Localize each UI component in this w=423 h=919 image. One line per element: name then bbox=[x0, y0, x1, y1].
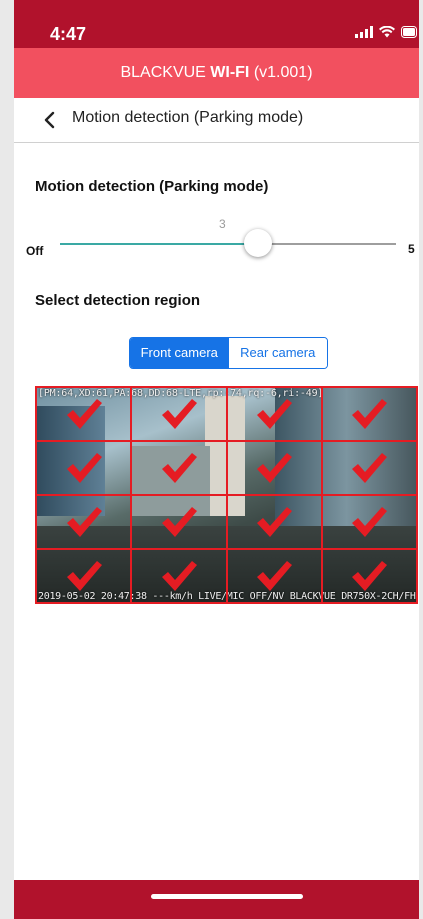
check-icon bbox=[352, 399, 388, 429]
slider-max-label: 5 bbox=[408, 242, 415, 256]
app-brand: BLACKVUE bbox=[120, 64, 211, 81]
region-cell[interactable] bbox=[131, 441, 227, 495]
check-icon bbox=[352, 507, 388, 537]
region-cell[interactable] bbox=[36, 549, 132, 603]
bottom-bar bbox=[14, 880, 419, 919]
wifi-icon bbox=[379, 26, 395, 38]
camera-toggle: Front camera Rear camera bbox=[129, 337, 328, 369]
check-icon bbox=[66, 507, 102, 537]
check-icon bbox=[257, 561, 293, 591]
slider-track-filled[interactable] bbox=[60, 243, 262, 245]
status-time: 4:47 bbox=[50, 24, 87, 44]
detection-region-grid bbox=[35, 386, 418, 604]
check-icon bbox=[161, 453, 197, 483]
region-cell[interactable] bbox=[131, 495, 227, 549]
slider-track-empty[interactable] bbox=[262, 243, 396, 245]
region-cell[interactable] bbox=[321, 441, 417, 495]
region-cell[interactable] bbox=[226, 549, 322, 603]
slider-min-label: Off bbox=[26, 244, 44, 258]
check-icon bbox=[257, 453, 293, 483]
signal-icon bbox=[355, 26, 373, 38]
region-cell[interactable] bbox=[226, 495, 322, 549]
rear-camera-tab[interactable]: Rear camera bbox=[228, 338, 327, 368]
navigation-bar: Motion detection (Parking mode) bbox=[14, 98, 419, 143]
app-header: BLACKVUE WI-FI (v1.001) bbox=[14, 48, 419, 98]
region-cell[interactable] bbox=[36, 441, 132, 495]
check-icon bbox=[161, 507, 197, 537]
region-cell[interactable] bbox=[226, 387, 322, 441]
check-icon bbox=[66, 453, 102, 483]
app-wifi-label: WI-FI bbox=[210, 64, 250, 81]
region-cell[interactable] bbox=[131, 549, 227, 603]
check-icon bbox=[161, 561, 197, 591]
slider-value: 3 bbox=[219, 217, 226, 231]
region-section-title: Select detection region bbox=[35, 292, 201, 309]
region-cell[interactable] bbox=[321, 387, 417, 441]
region-cell[interactable] bbox=[131, 387, 227, 441]
chevron-left-icon bbox=[44, 111, 55, 129]
battery-icon bbox=[401, 26, 419, 38]
check-icon bbox=[66, 561, 102, 591]
check-icon bbox=[257, 507, 293, 537]
home-indicator[interactable] bbox=[151, 894, 303, 899]
region-cell[interactable] bbox=[321, 495, 417, 549]
phone-screen: 4:47 BLACKVUE WI-FI (v1.001) Motion dete… bbox=[14, 0, 419, 919]
front-camera-tab[interactable]: Front camera bbox=[130, 338, 229, 368]
status-bar: 4:47 bbox=[14, 0, 419, 48]
check-icon bbox=[257, 399, 293, 429]
app-version: (v1.001) bbox=[249, 64, 313, 81]
check-icon bbox=[161, 399, 197, 429]
status-icons bbox=[355, 26, 419, 38]
sensitivity-slider-thumb[interactable] bbox=[244, 229, 272, 257]
motion-section-title: Motion detection (Parking mode) bbox=[35, 178, 269, 195]
region-cell[interactable] bbox=[226, 441, 322, 495]
region-cell[interactable] bbox=[321, 549, 417, 603]
check-icon bbox=[66, 399, 102, 429]
check-icon bbox=[352, 561, 388, 591]
check-icon bbox=[352, 453, 388, 483]
region-cell[interactable] bbox=[36, 387, 132, 441]
back-button[interactable] bbox=[40, 110, 60, 130]
page-title: Motion detection (Parking mode) bbox=[72, 109, 304, 126]
region-cell[interactable] bbox=[36, 495, 132, 549]
camera-preview: [PM:64,XD:61,PA:68,DD:68-LTE,rp:-74,rq:-… bbox=[35, 386, 418, 604]
